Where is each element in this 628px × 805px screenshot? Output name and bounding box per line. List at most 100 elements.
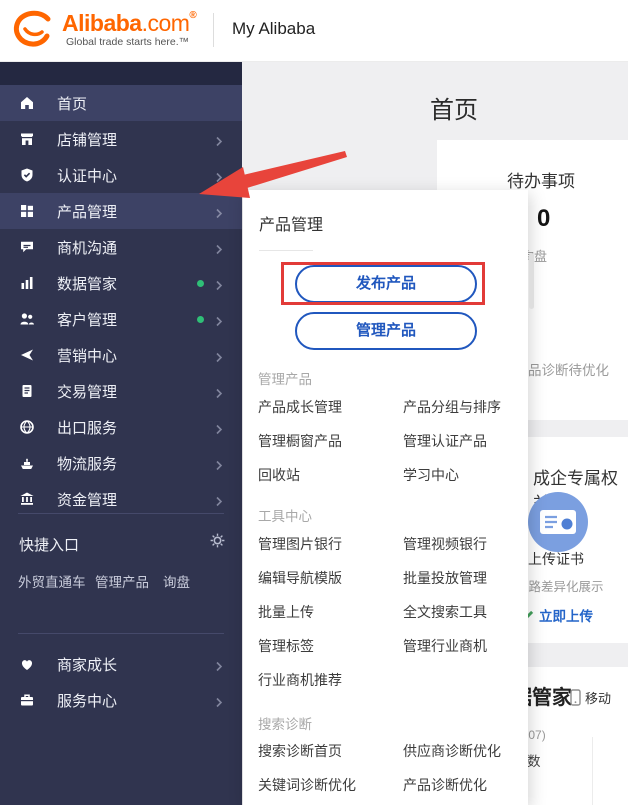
mobile-toggle[interactable]: 移动 [570, 688, 611, 707]
sidebar-item-label: 物流服务 [57, 455, 118, 473]
sidebar-item-label: 服务中心 [57, 692, 118, 710]
sidebar-item-label: 产品管理 [57, 203, 118, 221]
chevron-right-icon [214, 314, 224, 327]
chevron-right-icon [214, 134, 224, 147]
flyout-link[interactable]: 编辑导航模版 [258, 568, 342, 588]
quicklink-manage-products[interactable]: 管理产品 [95, 571, 149, 591]
flyout-link[interactable]: 管理行业商机 [403, 636, 487, 656]
sidebar-item-logistics[interactable]: 物流服务 [0, 445, 242, 481]
gear-icon[interactable] [209, 532, 226, 549]
card-column-divider [592, 737, 593, 805]
flyout-link[interactable]: 行业商机推荐 [258, 670, 342, 690]
flyout-link[interactable]: 批量上传 [258, 602, 314, 622]
sidebar-item-label: 交易管理 [57, 383, 118, 401]
sidebar-item-trade[interactable]: 交易管理 [0, 373, 242, 409]
sidebar-divider [18, 513, 224, 514]
upload-certificate-label: 上传证书 [528, 551, 584, 567]
sidebar-top-strip [0, 62, 242, 85]
upload-now-label: 立即上传 [539, 609, 593, 624]
flyout-link[interactable]: 供应商诊断优化 [403, 741, 501, 761]
section-title-tool-center: 工具中心 [258, 509, 312, 524]
users-icon [19, 311, 35, 327]
sidebar-item-store[interactable]: 店铺管理 [0, 121, 242, 157]
sidebar-item-funds[interactable]: 资金管理 [0, 481, 242, 517]
heart-icon [19, 656, 35, 672]
sidebar-nav: 首页 店铺管理 认证中心 产品管理 商机沟通 数据管家 客户管理 营销中心 交易… [0, 62, 242, 805]
flyout-link[interactable]: 产品诊断优化 [403, 775, 487, 795]
flyout-link[interactable]: 回收站 [258, 465, 300, 485]
flyout-link[interactable]: 管理认证产品 [403, 431, 487, 451]
shield-check-icon [19, 167, 35, 183]
ship-icon [19, 455, 35, 471]
flyout-title-divider [259, 250, 313, 251]
bank-icon [19, 491, 35, 507]
flyout-link[interactable]: 学习中心 [403, 465, 459, 485]
logo-wordmark[interactable]: Alibaba.com® [62, 10, 197, 37]
store-icon [19, 131, 35, 147]
phone-icon [570, 689, 581, 706]
sidebar-item-label: 首页 [57, 95, 88, 113]
chevron-right-icon [214, 422, 224, 435]
flyout-link[interactable]: 全文搜索工具 [403, 602, 487, 622]
chevron-right-icon [214, 458, 224, 471]
flyout-link[interactable]: 管理图片银行 [258, 534, 342, 554]
sidebar-item-marketing[interactable]: 营销中心 [0, 337, 242, 373]
products-grid-icon [19, 203, 35, 219]
sidebar-item-products[interactable]: 产品管理 [0, 193, 242, 229]
sidebar-item-label: 店铺管理 [57, 131, 118, 149]
sidebar-item-label: 出口服务 [57, 419, 118, 437]
todo-card-title: 待办事项 [507, 172, 575, 191]
sidebar-item-label: 客户管理 [57, 311, 118, 329]
chevron-right-icon [214, 350, 224, 363]
logo-suffix: .com [141, 10, 190, 36]
sidebar-item-certification[interactable]: 认证中心 [0, 157, 242, 193]
sidebar-item-business-chat[interactable]: 商机沟通 [0, 229, 242, 265]
sidebar-item-label: 商家成长 [57, 656, 118, 674]
sidebar-item-merchant-growth[interactable]: 商家成长 [0, 646, 242, 682]
flyout-link[interactable]: 关键词诊断优化 [258, 775, 356, 795]
marketing-icon [19, 347, 35, 363]
logo-main: Alibaba [62, 10, 142, 36]
certificate-icon [528, 492, 588, 552]
flyout-link[interactable]: 搜索诊断首页 [258, 741, 342, 761]
sidebar-divider [18, 633, 224, 634]
upload-now-link[interactable]: 立即上传 [522, 605, 593, 625]
chevron-right-icon [214, 494, 224, 507]
manage-product-button[interactable]: 管理产品 [295, 312, 477, 350]
page-title: 首页 [430, 97, 478, 124]
clipboard-icon [19, 383, 35, 399]
sidebar-item-label: 营销中心 [57, 347, 118, 365]
chevron-right-icon [214, 206, 224, 219]
briefcase-icon [19, 692, 35, 708]
quicklink-p4p[interactable]: 外贸直通车 [18, 571, 86, 591]
chevron-right-icon [214, 278, 224, 291]
flyout-link[interactable]: 产品分组与排序 [403, 397, 501, 417]
sidebar-item-customers[interactable]: 客户管理 [0, 301, 242, 337]
chat-icon [19, 239, 35, 255]
sidebar-item-export[interactable]: 出口服务 [0, 409, 242, 445]
flyout-link[interactable]: 管理视频银行 [403, 534, 487, 554]
sidebar-item-label: 认证中心 [57, 167, 118, 185]
sidebar-item-data-manager[interactable]: 数据管家 [0, 265, 242, 301]
chevron-right-icon [214, 386, 224, 399]
sidebar-item-label: 数据管家 [57, 275, 118, 293]
flyout-link[interactable]: 产品成长管理 [258, 397, 342, 417]
app-title: My Alibaba [232, 19, 316, 38]
sidebar-item-home[interactable]: 首页 [0, 85, 242, 121]
alibaba-logo-icon[interactable] [10, 8, 58, 59]
diagnosis-pending-label: 品诊断待优化 [528, 363, 609, 378]
bar-chart-icon [19, 275, 35, 291]
chevron-right-icon [214, 695, 224, 708]
notification-dot [197, 316, 204, 323]
sidebar-item-service-center[interactable]: 服务中心 [0, 682, 242, 718]
scrollbar-thumb[interactable] [529, 253, 534, 309]
flyout-link[interactable]: 管理标签 [258, 636, 314, 656]
flyout-link[interactable]: 管理橱窗产品 [258, 431, 342, 451]
notification-dot [197, 280, 204, 287]
sidebar-item-label: 资金管理 [57, 491, 118, 509]
logo-registered-mark: ® [189, 10, 197, 21]
quicklink-inquiries[interactable]: 询盘 [163, 571, 190, 591]
chevron-right-icon [214, 242, 224, 255]
flyout-link[interactable]: 批量投放管理 [403, 568, 487, 588]
inquiry-count[interactable]: 0 [537, 205, 550, 233]
